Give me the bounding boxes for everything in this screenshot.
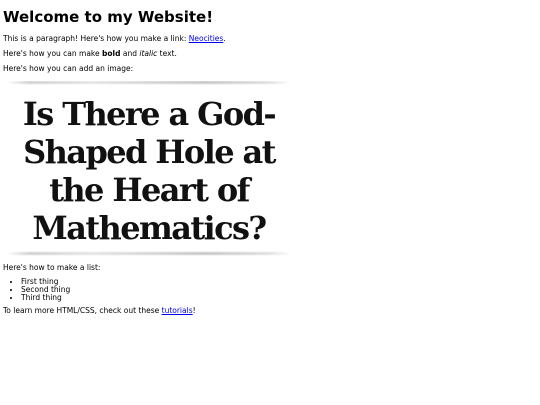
- list-item: First thing: [21, 278, 540, 286]
- tutorials-link[interactable]: tutorials: [162, 306, 193, 315]
- formatting-and: and: [120, 49, 140, 58]
- formatting-text-end: text.: [157, 49, 177, 58]
- formatting-paragraph: Here's how you can make bold and italic …: [3, 49, 540, 58]
- headline-line: Shaped Hole at: [23, 133, 276, 171]
- intro-text-end: .: [223, 34, 226, 43]
- tutorials-text-end: !: [192, 306, 196, 315]
- list-item: Third thing: [21, 294, 540, 302]
- neocities-link[interactable]: Neocities: [189, 34, 224, 43]
- intro-paragraph: This is a paragraph! Here's how you make…: [3, 34, 540, 43]
- article-headline-image: Is There a God- Shaped Hole at the Heart…: [3, 81, 295, 257]
- list-item: Second thing: [21, 286, 540, 294]
- headline-line: the Heart of: [49, 171, 250, 209]
- image-bottom-edge: [7, 252, 291, 255]
- page: Welcome to my Website! This is a paragra…: [0, 0, 540, 405]
- list-intro-paragraph: Here's how to make a list:: [3, 263, 101, 272]
- tutorials-text: To learn more HTML/CSS, check out these: [3, 306, 162, 315]
- page-title: Welcome to my Website!: [3, 8, 214, 26]
- intro-text: This is a paragraph! Here's how you make…: [3, 34, 189, 43]
- headline-line: Is There a God-: [22, 95, 277, 133]
- bold-text: bold: [102, 49, 121, 58]
- headline-text: Is There a God- Shaped Hole at the Heart…: [3, 95, 295, 247]
- italic-text: italic: [139, 49, 158, 58]
- headline-line: Mathematics?: [32, 209, 267, 247]
- image-top-edge: [7, 81, 291, 84]
- tutorials-paragraph: To learn more HTML/CSS, check out these …: [3, 306, 540, 315]
- formatting-text: Here's how you can make: [3, 49, 102, 58]
- image-intro-paragraph: Here's how you can add an image:: [3, 64, 134, 73]
- bullet-list: First thing Second thing Third thing: [3, 278, 540, 302]
